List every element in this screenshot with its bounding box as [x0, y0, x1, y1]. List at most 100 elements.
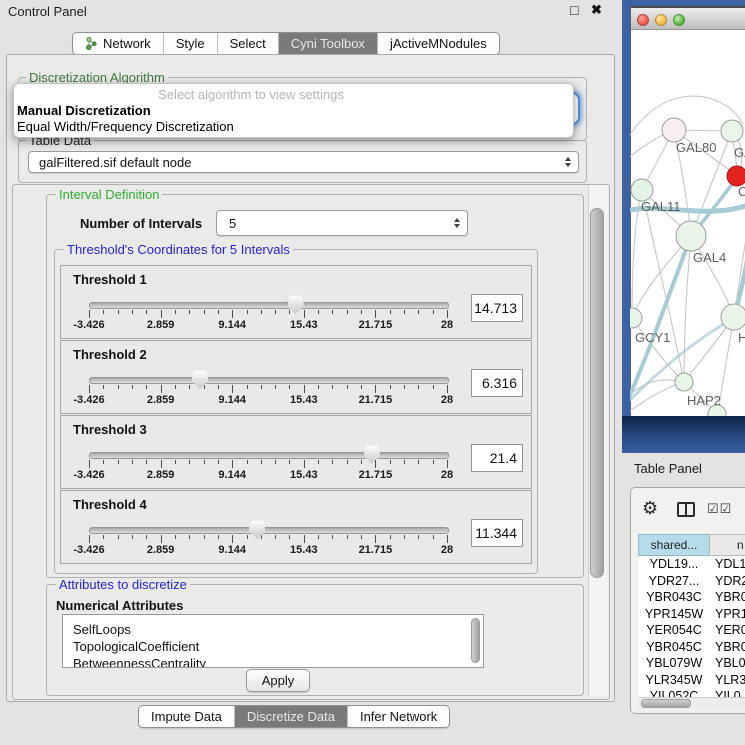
tick-mark [390, 385, 391, 389]
cell-shared-name: YER054C [638, 623, 710, 637]
slider-track[interactable] [89, 452, 449, 459]
slider-track[interactable] [89, 377, 449, 384]
column-header-name[interactable]: n [709, 534, 745, 556]
tick-mark [304, 460, 305, 468]
node-gal80[interactable] [662, 118, 686, 142]
tick-label: 28 [441, 319, 453, 331]
table-row[interactable]: YLR345WYLR3 [638, 672, 745, 689]
tick-label: 21.715 [359, 394, 393, 406]
attributes-group-title: Attributes to discretize [56, 578, 190, 591]
tab-impute-data[interactable]: Impute Data [139, 706, 235, 727]
tick-mark [304, 385, 305, 393]
node-gal11[interactable] [631, 179, 653, 201]
network-window-titlebar[interactable] [631, 6, 745, 30]
tick-mark [175, 460, 176, 464]
slider-track[interactable] [89, 302, 449, 309]
node-c[interactable] [727, 166, 745, 186]
tick-mark [332, 385, 333, 389]
tick-mark [404, 535, 405, 539]
tab-jactivemnodules[interactable]: jActiveMNodules [378, 33, 499, 54]
table-row[interactable]: YDR27...YDR2 [638, 573, 745, 590]
tab-label: Select [230, 36, 266, 51]
dropdown-option-manual-discretization[interactable]: Manual Discretization [17, 103, 151, 118]
threshold-value-field[interactable] [471, 444, 523, 472]
tick-mark [232, 385, 233, 393]
tick-label: 15.43 [290, 469, 318, 481]
close-icon[interactable]: ✖ [591, 2, 602, 18]
float-panel-icon[interactable]: □ [570, 2, 578, 18]
tick-label: 15.43 [290, 394, 318, 406]
network-canvas[interactable]: GAL80GACGAL11GAL4GCY1HHAP2 [630, 30, 745, 416]
tick-mark [232, 460, 233, 468]
tab-network[interactable]: Network [73, 33, 164, 54]
tick-label: -3.426 [73, 544, 104, 556]
table-row[interactable]: YDL19...YDL1 [638, 556, 745, 573]
list-item-betweennesscentrality[interactable]: BetweennessCentrality [63, 655, 483, 668]
table-row[interactable]: YBR045CYBR0 [638, 639, 745, 656]
numerical-attributes-list[interactable]: SelfLoopsTopologicalCoefficientBetweenne… [62, 614, 484, 668]
cell-shared-name: YDR27... [638, 574, 710, 588]
node-hap2[interactable] [675, 373, 693, 391]
tab-select[interactable]: Select [218, 33, 279, 54]
column-header-shared-name[interactable]: shared... [638, 534, 710, 556]
column-view-icon[interactable] [677, 502, 695, 517]
table-hscrollbar-thumb[interactable] [641, 699, 691, 708]
list-item-topologicalcoefficient[interactable]: TopologicalCoefficient [63, 638, 483, 655]
table-row[interactable]: YIL052CYIL0 [638, 688, 745, 697]
mac-minimize-button[interactable] [655, 14, 667, 26]
list-item-selfloops[interactable]: SelfLoops [63, 621, 483, 638]
interval-definition-title: Interval Definition [56, 188, 162, 201]
tick-mark [289, 310, 290, 314]
node-h[interactable] [721, 304, 745, 330]
vertical-scrollbar-thumb[interactable] [590, 208, 604, 578]
settings-gear-icon[interactable]: ⚙ [642, 499, 658, 517]
tick-mark [318, 385, 319, 389]
table-data-combobox[interactable]: galFiltered.sif default node [28, 151, 579, 173]
tick-mark [204, 385, 205, 389]
tick-mark [404, 460, 405, 464]
cell-name: YER0 [710, 623, 745, 637]
tick-mark [247, 385, 248, 389]
tab-discretize-data[interactable]: Discretize Data [235, 706, 348, 727]
threshold-value-field[interactable] [471, 519, 523, 547]
number-of-intervals-combobox[interactable]: 5 [216, 210, 468, 236]
list-scrollbar-thumb[interactable] [471, 618, 480, 663]
tick-label: 2.859 [147, 394, 175, 406]
dropdown-option-equal-width-frequency[interactable]: Equal Width/Frequency Discretization [17, 119, 234, 134]
tick-mark [89, 535, 90, 543]
tab-cyni-toolbox[interactable]: Cyni Toolbox [279, 33, 378, 54]
tick-mark [447, 385, 448, 393]
node-table[interactable]: YDL19...YDL1YDR27...YDR2YBR043CYBR0YPR14… [638, 556, 745, 697]
tick-mark [118, 460, 119, 464]
node-gal4[interactable] [676, 221, 706, 251]
threshold-4-group: Threshold 4-3.4262.8599.14415.4321.71528 [60, 490, 532, 564]
tab-label: Cyni Toolbox [291, 36, 365, 51]
table-row[interactable]: YBL079WYBL0 [638, 655, 745, 672]
tab-infer-network[interactable]: Infer Network [348, 706, 449, 727]
node-ga[interactable] [721, 120, 743, 142]
threshold-value-field[interactable] [471, 294, 523, 322]
tab-style[interactable]: Style [164, 33, 218, 54]
tick-label: 9.144 [218, 394, 246, 406]
tick-label: 15.43 [290, 544, 318, 556]
threshold-value-field[interactable] [471, 369, 523, 397]
node-gcy1[interactable] [630, 308, 642, 328]
select-columns-icon[interactable]: ☑☑ [707, 501, 732, 517]
mac-zoom-button[interactable] [673, 14, 685, 26]
apply-button[interactable]: Apply [246, 669, 310, 692]
tick-mark [418, 310, 419, 314]
mac-close-button[interactable] [637, 14, 649, 26]
tick-mark [361, 535, 362, 539]
tick-mark [318, 460, 319, 464]
tick-mark [146, 385, 147, 389]
node-label-ga: GA [734, 145, 745, 160]
tick-mark [189, 385, 190, 389]
slider-track[interactable] [89, 527, 449, 534]
tick-mark [132, 535, 133, 539]
table-row[interactable]: YPR145WYPR1 [638, 606, 745, 623]
tick-mark [289, 535, 290, 539]
tick-mark [347, 385, 348, 389]
table-row[interactable]: YER054CYER0 [638, 622, 745, 639]
table-row[interactable]: YBR043CYBR0 [638, 589, 745, 606]
combo-arrows-icon [565, 157, 571, 167]
